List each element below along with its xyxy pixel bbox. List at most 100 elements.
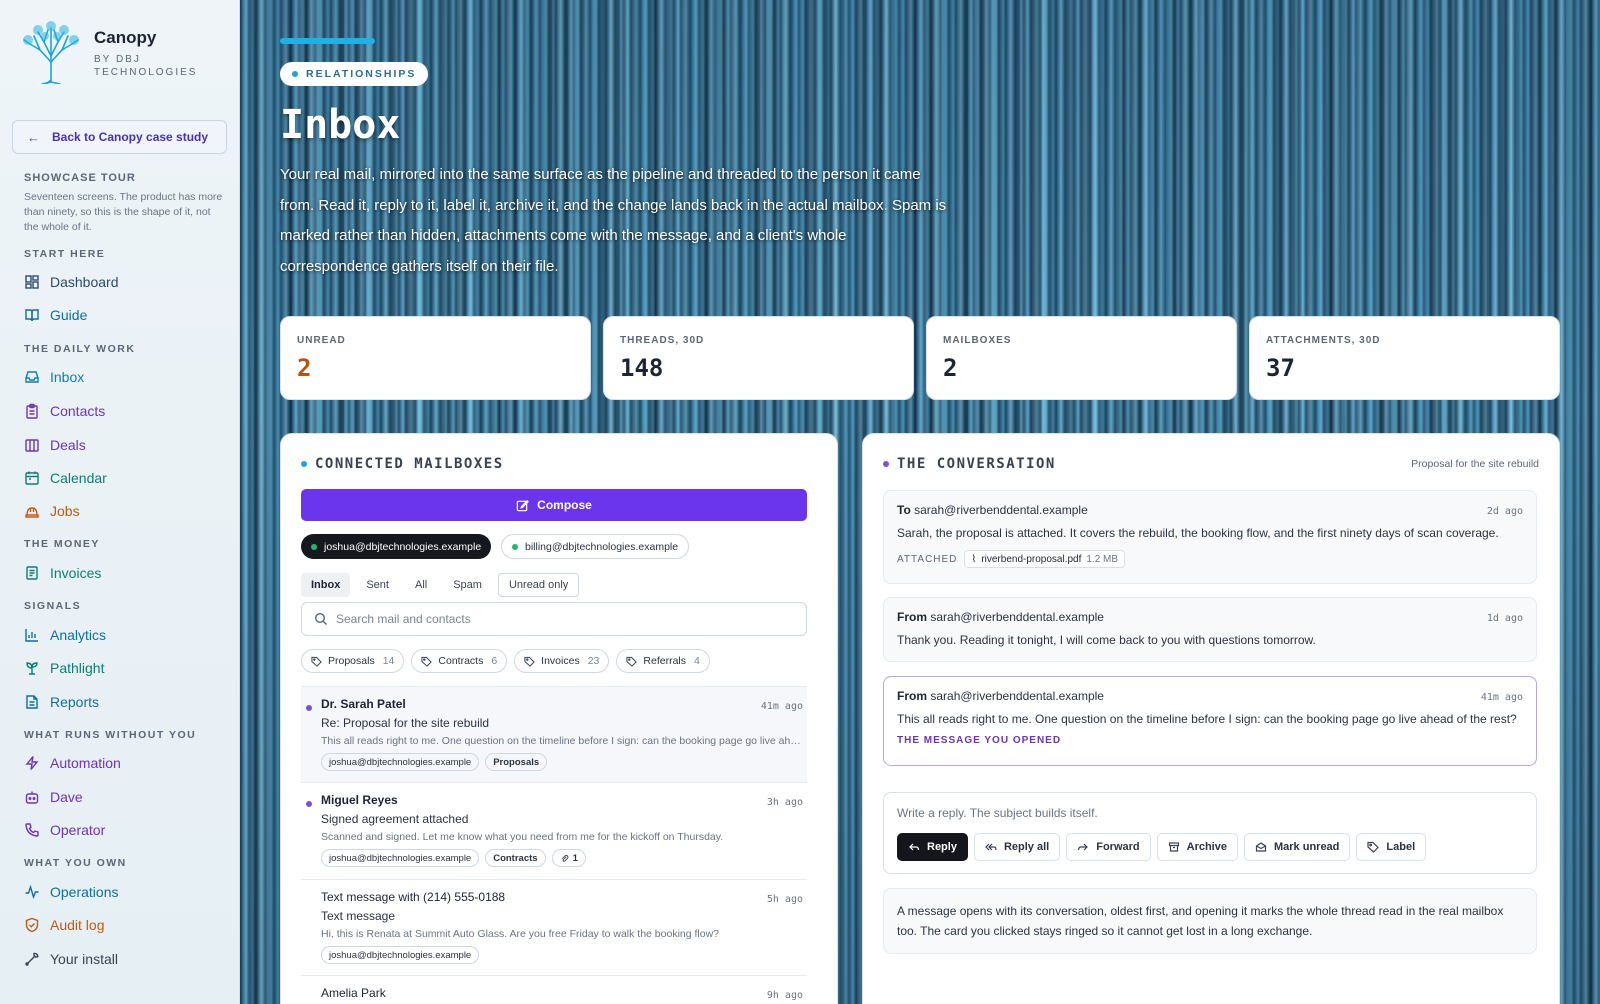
- pulse-icon: [25, 884, 39, 900]
- message-card[interactable]: To sarah@riverbenddental.example 2d ago …: [883, 490, 1537, 584]
- sidebar-item-jobs[interactable]: Jobs: [24, 503, 80, 519]
- thread-time: 3h ago: [766, 797, 803, 808]
- search-icon: [314, 612, 327, 625]
- sidebar-item-audit-log[interactable]: Audit log: [24, 917, 104, 933]
- message-sender: From sarah@riverbenddental.example: [897, 689, 1104, 703]
- edit-icon: [516, 499, 530, 511]
- sidebar-item-label: Your install: [50, 951, 118, 967]
- label-chip-proposals[interactable]: Proposals 14: [301, 649, 405, 673]
- brand[interactable]: Canopy BY DBJ TECHNOLOGIES: [18, 18, 204, 84]
- stat-label: ATTACHMENTS, 30D: [1266, 335, 1381, 346]
- conversation-subject: Proposal for the site rebuild: [1411, 458, 1539, 470]
- mail-icon: [1255, 842, 1267, 852]
- tab-sent[interactable]: Sent: [356, 573, 399, 597]
- label-chip-invoices[interactable]: Invoices 23: [514, 649, 610, 673]
- sidebar-item-contacts[interactable]: Contacts: [24, 403, 105, 419]
- tab-spam[interactable]: Spam: [443, 573, 492, 597]
- archive-button[interactable]: Archive: [1156, 833, 1238, 861]
- label-chip-referrals[interactable]: Referrals 4: [616, 649, 710, 673]
- conversation-card: THE CONVERSATION Proposal for the site r…: [862, 433, 1560, 1004]
- tab-inbox[interactable]: Inbox: [301, 573, 351, 597]
- reply-icon: [909, 843, 920, 851]
- thread-subject: Signed agreement attached: [321, 812, 469, 826]
- reply-all-button[interactable]: Reply all: [973, 833, 1061, 861]
- book-icon: [25, 309, 39, 322]
- search-input[interactable]: Search mail and contacts: [301, 602, 807, 636]
- stat-label: UNREAD: [297, 335, 346, 346]
- sidebar-item-label: Dave: [50, 789, 83, 805]
- message-sender: From sarah@riverbenddental.example: [897, 610, 1104, 624]
- thread-sender: Text message with (214) 555-0188: [321, 890, 506, 904]
- thread-preview: Hi, this is Renata at Summit Auto Glass.…: [321, 928, 720, 940]
- sidebar-item-invoices[interactable]: Invoices: [24, 565, 101, 581]
- attached-label: ATTACHED: [897, 553, 958, 565]
- unread-dot-icon: [306, 801, 312, 807]
- columns-icon: [25, 439, 39, 452]
- stat-value: 37: [1266, 354, 1295, 382]
- forward-button[interactable]: Forward: [1066, 833, 1151, 861]
- thread-time: 41m ago: [760, 701, 803, 712]
- sidebar-item-your-install[interactable]: Your install: [24, 951, 118, 967]
- stat-card-unread: UNREAD 2: [280, 316, 591, 400]
- sidebar-item-label: Deals: [50, 437, 86, 453]
- stat-value: 148: [620, 354, 664, 382]
- mailbox-account-joshua[interactable]: joshua@dbjtechnologies.example: [301, 534, 492, 559]
- stat-card-mailboxes: MAILBOXES 2: [926, 316, 1237, 400]
- stat-label: MAILBOXES: [943, 335, 1012, 346]
- section-signals: SIGNALS: [24, 600, 82, 612]
- file-icon: [26, 695, 38, 709]
- tab-all[interactable]: All: [405, 573, 437, 597]
- sidebar-item-calendar[interactable]: Calendar: [24, 470, 107, 486]
- thread-row[interactable]: Dr. Sarah Patel 41m ago Re: Proposal for…: [301, 686, 807, 782]
- sidebar-item-deals[interactable]: Deals: [24, 437, 86, 453]
- sidebar-item-guide[interactable]: Guide: [24, 307, 87, 323]
- thread-preview: This all reads right to me. One question…: [321, 735, 803, 747]
- thread-row[interactable]: Amelia Park 9h ago: [301, 975, 807, 1004]
- message-card[interactable]: From sarah@riverbenddental.example 1d ag…: [883, 597, 1537, 662]
- opened-indicator: THE MESSAGE YOU OPENED: [897, 735, 1062, 746]
- message-card-opened[interactable]: From sarah@riverbenddental.example 41m a…: [883, 676, 1537, 766]
- brand-subtitle: BY DBJ TECHNOLOGIES: [94, 54, 198, 78]
- stat-card-attachments: ATTACHMENTS, 30D 37: [1249, 316, 1560, 400]
- reply-input[interactable]: Write a reply. The subject builds itself…: [897, 806, 1098, 820]
- sidebar-item-operations[interactable]: Operations: [24, 884, 118, 900]
- compose-button[interactable]: Compose: [301, 489, 807, 521]
- attachment-file[interactable]: ⌇ riverbend-proposal.pdf 1.2 MB: [964, 550, 1126, 568]
- thread-preview: Scanned and signed. Let me know what you…: [321, 831, 724, 843]
- pill-dot-icon: [292, 71, 298, 77]
- message-time: 1d ago: [1486, 613, 1523, 624]
- sidebar-item-label: Pathlight: [50, 660, 105, 676]
- message-body: Thank you. Reading it tonight, I will co…: [897, 633, 1316, 647]
- page-description: Your real mail, mirrored into the same s…: [280, 166, 947, 275]
- sidebar-item-label: Reports: [50, 694, 100, 710]
- sidebar-item-pathlight[interactable]: Pathlight: [24, 660, 104, 676]
- phone-icon: [25, 823, 39, 837]
- sidebar-item-reports[interactable]: Reports: [24, 694, 99, 710]
- back-to-case-study-button[interactable]: ← Back to Canopy case study: [12, 120, 227, 154]
- tag-icon: [421, 656, 433, 667]
- folder-tabs: Inbox Sent All Spam Unread only: [301, 573, 585, 597]
- sidebar-item-label: Dashboard: [50, 274, 119, 290]
- sidebar-item-label: Guide: [50, 307, 88, 323]
- reply-button[interactable]: Reply: [897, 833, 968, 861]
- message-time: 2d ago: [1486, 506, 1523, 517]
- section-start-here: START HERE: [24, 248, 106, 260]
- mailboxes-card: CONNECTED MAILBOXES Compose joshua@dbjte…: [280, 433, 838, 1004]
- tag-icon: [311, 656, 322, 667]
- forward-icon: [1078, 843, 1089, 851]
- unread-only-toggle[interactable]: Unread only: [497, 573, 580, 597]
- label-button[interactable]: Label: [1356, 833, 1427, 861]
- mark-unread-button[interactable]: Mark unread: [1243, 833, 1351, 861]
- mailbox-account-billing[interactable]: billing@dbjtechnologies.example: [501, 534, 690, 559]
- sidebar-item-inbox[interactable]: Inbox: [24, 369, 84, 385]
- thread-row[interactable]: Text message with (214) 555-0188 5h ago …: [301, 879, 807, 975]
- sidebar-item-operator[interactable]: Operator: [24, 822, 105, 838]
- sidebar-item-automation[interactable]: Automation: [24, 755, 121, 771]
- thread-row[interactable]: Miguel Reyes 3h ago Signed agreement att…: [301, 782, 807, 879]
- thread-time: 5h ago: [766, 894, 803, 905]
- hardhat-icon: [25, 507, 39, 518]
- sidebar-item-analytics[interactable]: Analytics: [24, 627, 106, 643]
- sidebar-item-dave[interactable]: Dave: [24, 789, 83, 805]
- label-chip-contracts[interactable]: Contracts 6: [411, 649, 508, 673]
- sidebar-item-dashboard[interactable]: Dashboard: [24, 274, 119, 290]
